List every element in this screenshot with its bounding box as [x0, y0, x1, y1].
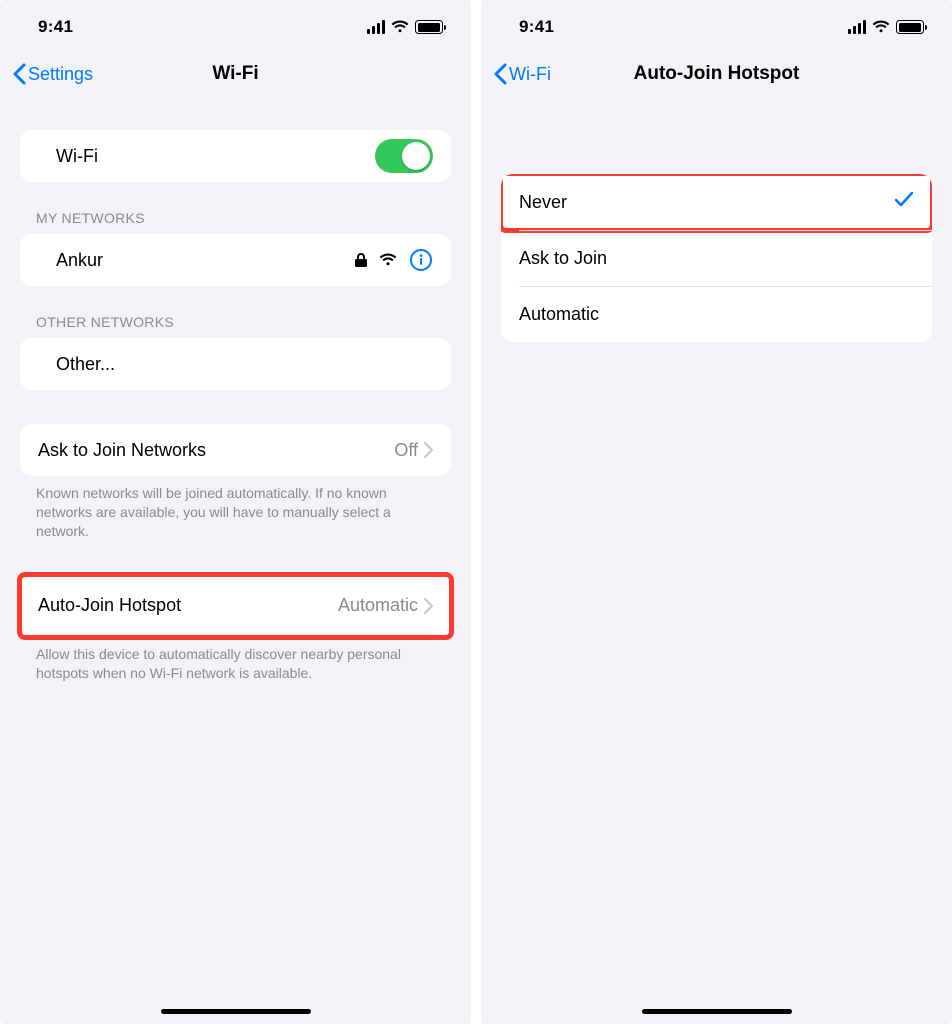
status-bar: 9:41 — [481, 0, 952, 48]
ask-to-join-label: Ask to Join Networks — [38, 440, 206, 461]
cellular-signal-icon — [848, 20, 866, 34]
checkmark-icon — [894, 191, 914, 214]
wifi-strength-icon — [379, 253, 397, 267]
network-name: Ankur — [56, 250, 103, 271]
auto-join-hotspot-screen: 9:41 Wi-Fi Auto-Join Hotspot Never — [481, 0, 952, 1024]
cellular-signal-icon — [367, 20, 385, 34]
wifi-toggle-row[interactable]: Wi-Fi — [20, 130, 451, 182]
wifi-icon — [391, 20, 409, 34]
auto-join-hotspot-footer: Allow this device to automatically disco… — [36, 645, 435, 683]
ask-to-join-footer: Known networks will be joined automatica… — [36, 484, 435, 541]
network-row[interactable]: Ankur — [20, 234, 451, 286]
home-indicator[interactable] — [161, 1009, 311, 1014]
nav-bar: Settings Wi-Fi — [0, 48, 471, 100]
other-label: Other... — [56, 354, 115, 375]
back-button[interactable]: Wi-Fi — [493, 63, 551, 85]
status-icons — [848, 20, 924, 34]
back-label: Wi-Fi — [509, 64, 551, 85]
status-time: 9:41 — [38, 17, 73, 37]
other-network-row[interactable]: Other... — [20, 338, 451, 390]
lock-icon — [355, 252, 367, 268]
chevron-left-icon — [493, 63, 507, 85]
wifi-settings-screen: 9:41 Settings Wi-Fi Wi-Fi — [0, 0, 471, 1024]
wifi-icon — [872, 20, 890, 34]
option-label: Never — [519, 192, 567, 213]
home-indicator[interactable] — [642, 1009, 792, 1014]
info-icon[interactable] — [409, 248, 433, 272]
ask-to-join-row[interactable]: Ask to Join Networks Off — [20, 424, 451, 476]
wifi-label: Wi-Fi — [56, 146, 98, 167]
back-label: Settings — [28, 64, 93, 85]
my-networks-header: MY NETWORKS — [36, 210, 435, 226]
status-bar: 9:41 — [0, 0, 471, 48]
auto-join-hotspot-label: Auto-Join Hotspot — [38, 595, 181, 616]
options-list: Never Ask to Join Automatic — [501, 174, 932, 342]
other-networks-header: OTHER NETWORKS — [36, 314, 435, 330]
chevron-right-icon — [424, 598, 433, 614]
ask-to-join-value: Off — [394, 440, 418, 461]
status-icons — [367, 20, 443, 34]
option-never[interactable]: Never — [501, 174, 932, 230]
auto-join-hotspot-value: Automatic — [338, 595, 418, 616]
battery-icon — [415, 20, 443, 34]
status-time: 9:41 — [519, 17, 554, 37]
option-automatic[interactable]: Automatic — [501, 286, 932, 342]
option-label: Automatic — [519, 304, 599, 325]
back-button[interactable]: Settings — [12, 63, 93, 85]
chevron-right-icon — [424, 442, 433, 458]
option-ask-to-join[interactable]: Ask to Join — [501, 230, 932, 286]
wifi-toggle-switch[interactable] — [375, 139, 433, 173]
battery-icon — [896, 20, 924, 34]
chevron-left-icon — [12, 63, 26, 85]
option-label: Ask to Join — [519, 248, 607, 269]
auto-join-hotspot-row[interactable]: Auto-Join Hotspot Automatic — [20, 575, 451, 637]
nav-bar: Wi-Fi Auto-Join Hotspot — [481, 48, 952, 100]
page-title: Auto-Join Hotspot — [481, 63, 952, 85]
